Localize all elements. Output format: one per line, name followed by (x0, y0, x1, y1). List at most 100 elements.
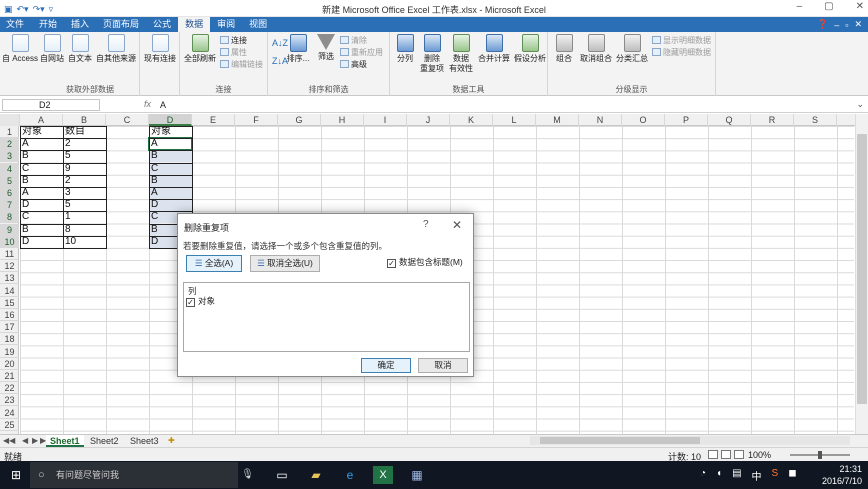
minimize-button[interactable]: – (797, 1, 803, 12)
vertical-scroll-thumb[interactable] (857, 134, 867, 404)
row-header-22[interactable]: 22 (0, 382, 19, 395)
column-header-q[interactable]: Q (708, 114, 751, 126)
column-header-c[interactable]: C (106, 114, 149, 126)
reapply-button[interactable]: 重新应用 (340, 47, 383, 58)
consolidate-button[interactable]: 合并计算 (476, 34, 512, 64)
expand-formula-bar-icon[interactable]: ⌄ (856, 99, 864, 110)
ok-button[interactable]: 确定 (361, 358, 411, 373)
column-header-m[interactable]: M (536, 114, 579, 126)
tab-file[interactable]: 文件 (4, 17, 32, 32)
row-header-5[interactable]: 5 (0, 174, 19, 187)
sheet-next-icon[interactable]: ▶ (32, 435, 38, 447)
row-header-25[interactable]: 25 (0, 419, 19, 431)
tab-formulas[interactable]: 公式 (146, 17, 178, 32)
column-header-a[interactable]: A (20, 114, 63, 126)
formula-input[interactable]: A (160, 99, 166, 111)
taskbar-clock[interactable]: 21:31 2016/7/10 (822, 463, 862, 487)
properties-button[interactable]: 属性 (220, 47, 247, 58)
row-header-3[interactable]: 3 (0, 150, 19, 163)
select-all-corner[interactable] (0, 114, 20, 126)
row-header-18[interactable]: 18 (0, 333, 19, 346)
sheet-tab-sheet3[interactable]: Sheet3 (126, 435, 163, 447)
unselect-all-button[interactable]: ☰ 取消全选(U) (250, 255, 320, 272)
tab-view[interactable]: 视图 (242, 17, 274, 32)
column-header-o[interactable]: O (622, 114, 665, 126)
subtotal-button[interactable]: 分类汇总 (614, 34, 650, 64)
row-header-12[interactable]: 12 (0, 260, 19, 273)
ribbon-minimize-icon[interactable]: – (834, 20, 839, 30)
volume-icon[interactable]: ◖ (716, 468, 722, 483)
has-headers-checkbox[interactable]: ✓ 数据包含标题(M) (387, 256, 463, 268)
insert-function-icon[interactable]: fx (106, 99, 158, 111)
notification-icon[interactable]: ◼ (788, 468, 796, 483)
refresh-all-button[interactable]: 全部刷新 (182, 34, 218, 64)
remove-duplicates-button[interactable]: 删除 重复项 (418, 34, 446, 74)
action-center-icon[interactable]: ▤ (732, 468, 741, 483)
row-header-24[interactable]: 24 (0, 407, 19, 419)
from-text-button[interactable]: 自文本 (66, 34, 94, 64)
column-checkbox-item[interactable]: ✓ 对象 (186, 295, 215, 307)
column-header-p[interactable]: P (665, 114, 708, 126)
column-header-i[interactable]: I (364, 114, 407, 126)
row-header-23[interactable]: 23 (0, 394, 19, 407)
connections-button[interactable]: 连接 (220, 35, 247, 46)
filter-button[interactable]: 筛选 (314, 34, 338, 62)
maximize-button[interactable]: ▢ (824, 1, 833, 12)
sheet-first-icon[interactable]: ◀◀ (3, 435, 15, 447)
group-button[interactable]: 组合 (550, 34, 578, 64)
edge-browser-icon[interactable]: e (340, 465, 360, 485)
sheet-tab-sheet1[interactable]: Sheet1 (46, 435, 84, 447)
show-detail-button[interactable]: 显示明细数据 (652, 35, 711, 46)
row-header-20[interactable]: 20 (0, 358, 19, 370)
hide-detail-button[interactable]: 隐藏明细数据 (652, 47, 711, 58)
columns-list[interactable]: 列 ✓ 对象 (183, 282, 470, 352)
page-layout-view-icon[interactable] (721, 450, 731, 459)
column-header-f[interactable]: F (235, 114, 278, 126)
tab-review[interactable]: 审阅 (210, 17, 242, 32)
zoom-level[interactable]: 100% (748, 450, 771, 460)
existing-connections-button[interactable]: 现有连接 (142, 34, 178, 64)
row-header-1[interactable]: 1 (0, 126, 19, 138)
windows-start-icon[interactable]: ⊞ (6, 465, 26, 485)
ime-indicator[interactable]: 中 (752, 468, 762, 483)
dialog-help-button[interactable]: ? (423, 219, 429, 230)
row-header-21[interactable]: 21 (0, 370, 19, 382)
from-web-button[interactable]: 自网站 (38, 34, 66, 64)
row-header-16[interactable]: 16 (0, 309, 19, 321)
row-header-4[interactable]: 4 (0, 162, 19, 175)
horizontal-scroll-thumb[interactable] (540, 437, 700, 444)
row-header-6[interactable]: 6 (0, 187, 19, 199)
page-break-view-icon[interactable] (734, 450, 744, 459)
sheet-tab-sheet2[interactable]: Sheet2 (86, 435, 123, 447)
tab-page-layout[interactable]: 页面布局 (96, 17, 146, 32)
column-header-n[interactable]: N (579, 114, 622, 126)
excel-taskbar-icon[interactable]: X (373, 466, 393, 484)
row-header-19[interactable]: 19 (0, 346, 19, 358)
column-header-d[interactable]: D (149, 114, 192, 126)
select-all-button[interactable]: ☰ 全选(A) (186, 255, 242, 272)
help-icon[interactable]: ❓ (817, 19, 828, 30)
tab-home[interactable]: 开始 (32, 17, 64, 32)
advanced-filter-button[interactable]: 高级 (340, 59, 367, 70)
task-view-icon[interactable]: ▭ (272, 465, 292, 485)
row-header-17[interactable]: 17 (0, 321, 19, 334)
edit-links-button[interactable]: 编辑链接 (220, 59, 263, 70)
clear-filter-button[interactable]: 清除 (340, 35, 367, 46)
microphone-icon[interactable]: 🎙 (241, 462, 254, 488)
column-header-h[interactable]: H (321, 114, 364, 126)
from-access-button[interactable]: 自 Access (2, 34, 38, 64)
column-header-r[interactable]: R (751, 114, 794, 126)
name-box[interactable]: D2 (2, 99, 100, 111)
row-header-13[interactable]: 13 (0, 272, 19, 285)
taskbar-search-box[interactable]: ○ 有问题尽管问我 🎙 (30, 462, 254, 488)
column-header-s[interactable]: S (794, 114, 837, 126)
ungroup-button[interactable]: 取消组合 (578, 34, 614, 64)
data-validation-button[interactable]: 数据 有效性 (446, 34, 476, 74)
row-header-2[interactable]: 2 (0, 138, 19, 151)
tab-insert[interactable]: 插入 (64, 17, 96, 32)
network-icon[interactable]: ◔ (700, 468, 706, 483)
column-header-l[interactable]: L (493, 114, 536, 126)
row-header-11[interactable]: 11 (0, 248, 19, 260)
ribbon-restore-icon[interactable]: ▫ (845, 20, 848, 30)
column-header-k[interactable]: K (450, 114, 493, 126)
